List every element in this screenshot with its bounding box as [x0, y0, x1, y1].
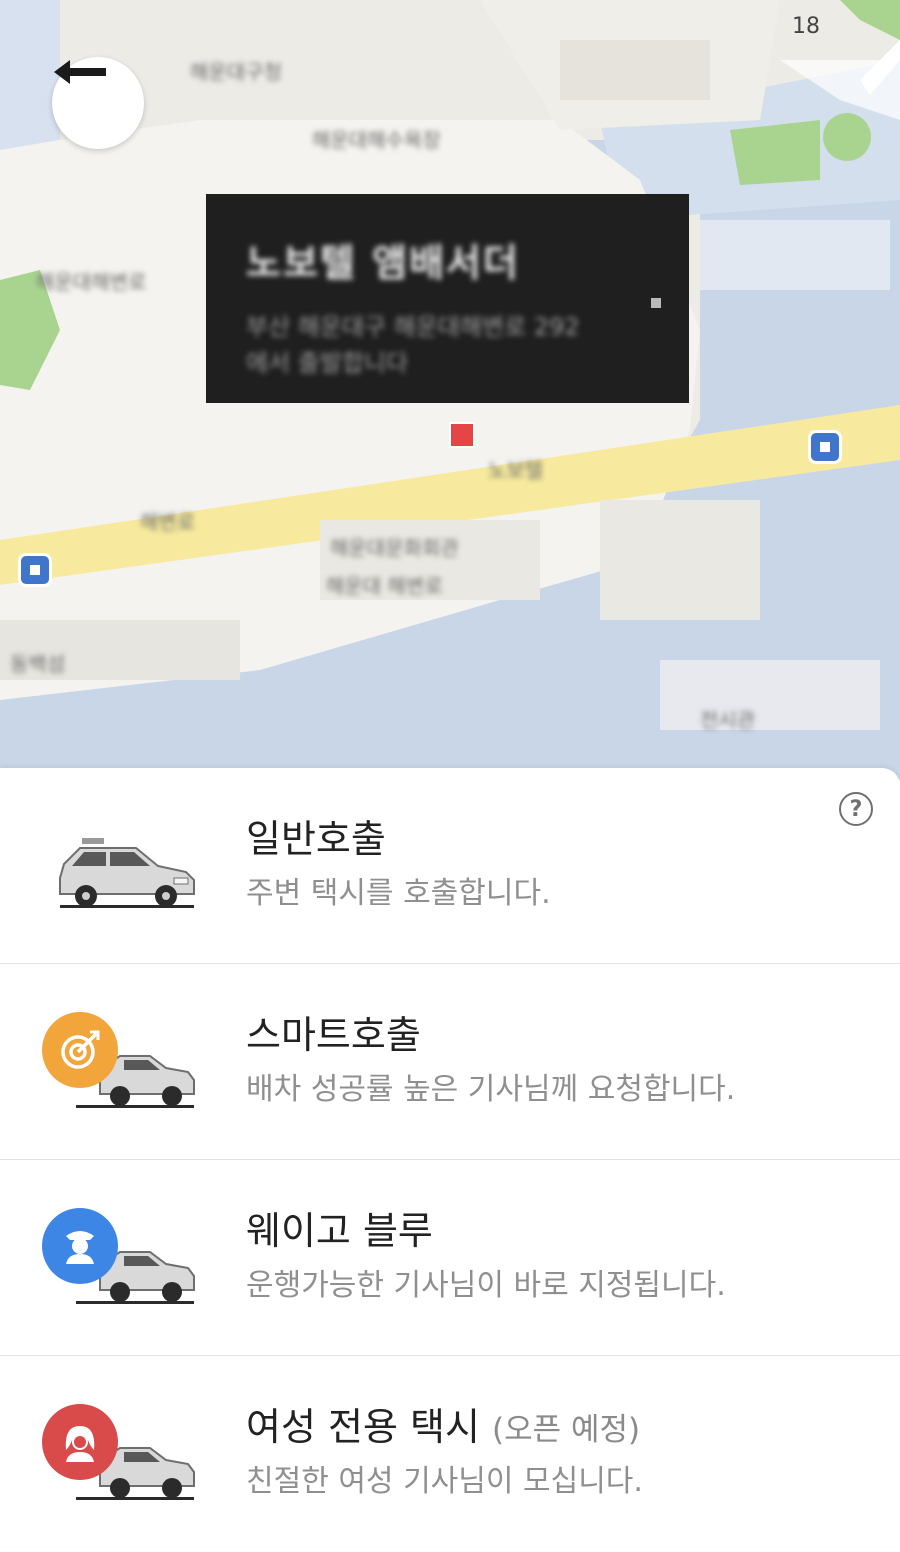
- tooltip-title: 노보텔 앰배서더: [246, 241, 520, 285]
- waygo-blue-icon-group: [40, 1200, 200, 1310]
- tooltip-dot: [651, 298, 661, 308]
- option-smart-call[interactable]: 스마트호출 배차 성공률 높은 기사님께 요청합니다.: [0, 964, 900, 1160]
- smart-call-icon-group: [40, 1004, 200, 1114]
- option-title: 웨이고 블루: [246, 1209, 433, 1253]
- map-view[interactable]: 18 해운대구청 해운대해수욕장 해운대해변로 노보텔 해운대문화회관 해운대 …: [0, 0, 900, 780]
- arrow-left-icon: [54, 60, 106, 84]
- call-type-sheet: ? 일반호출 주변 택시를 호출합니다. 스마트호출 배차 성공률 높은 기사님…: [0, 768, 900, 1546]
- bus-stop-icon[interactable]: [18, 553, 52, 587]
- female-taxi-icon-group: [40, 1396, 200, 1506]
- option-title: 여성 전용 택시 (오픈 예정): [246, 1405, 641, 1449]
- option-description: 운행가능한 기사님이 바로 지정됩니다.: [246, 1268, 726, 1303]
- map-label: 해운대 해변로: [326, 574, 443, 598]
- map-label: 해운대문화회관: [330, 536, 459, 560]
- back-button[interactable]: [52, 57, 144, 149]
- option-description: 친절한 여성 기사님이 모십니다.: [246, 1464, 643, 1499]
- coming-soon-tag: (오픈 예정): [492, 1412, 641, 1448]
- bus-stop-icon[interactable]: [808, 430, 842, 464]
- map-label: 해변로: [140, 510, 196, 534]
- target-icon: [42, 1012, 118, 1088]
- driver-icon: [42, 1208, 118, 1284]
- option-title: 스마트호출: [246, 1013, 421, 1057]
- map-label: 해운대해수욕장: [312, 128, 441, 152]
- tooltip-address-line2: 에서 출발합니다: [246, 349, 409, 377]
- taxi-car-icon: [40, 808, 200, 918]
- location-pin-icon[interactable]: [449, 422, 475, 448]
- map-label: 동백섬: [10, 652, 66, 676]
- map-label: 전시관: [700, 708, 756, 732]
- option-general-call[interactable]: 일반호출 주변 택시를 호출합니다.: [0, 768, 900, 964]
- map-label: 해운대해변로: [36, 270, 147, 294]
- option-description: 배차 성공률 높은 기사님께 요청합니다.: [246, 1072, 736, 1107]
- zoom-level-label: 18: [792, 14, 820, 39]
- map-label: 해운대구청: [190, 60, 282, 84]
- woman-icon: [42, 1404, 118, 1480]
- option-title: 일반호출: [246, 817, 386, 861]
- map-label: 노보텔: [488, 458, 544, 482]
- option-female-only-taxi[interactable]: 여성 전용 택시 (오픈 예정) 친절한 여성 기사님이 모십니다.: [0, 1356, 900, 1552]
- option-description: 주변 택시를 호출합니다.: [246, 876, 551, 911]
- pickup-location-tooltip[interactable]: 노보텔 앰배서더 부산 해운대구 해운대해변로 292 에서 출발합니다: [206, 194, 689, 403]
- tooltip-address: 부산 해운대구 해운대해변로 292: [246, 313, 580, 341]
- option-waygo-blue[interactable]: 웨이고 블루 운행가능한 기사님이 바로 지정됩니다.: [0, 1160, 900, 1356]
